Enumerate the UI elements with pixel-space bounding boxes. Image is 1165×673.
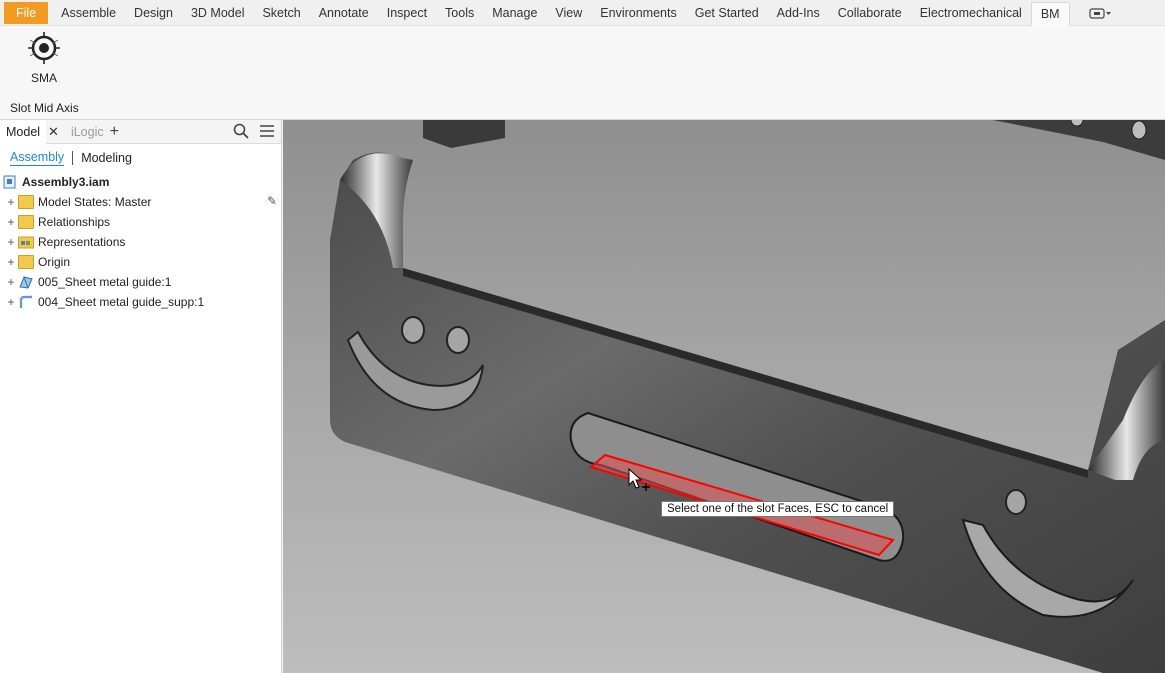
subtab-assembly[interactable]: Assembly — [10, 150, 65, 166]
ribbon-tab-bar: File Assemble Design 3D Model Sketch Ann… — [0, 0, 1165, 26]
assembly-icon — [3, 175, 16, 189]
tab-manage[interactable]: Manage — [483, 2, 546, 24]
tree-item-label: 004_Sheet metal guide_supp:1 — [38, 295, 205, 309]
subtab-modeling[interactable]: Modeling — [81, 151, 132, 165]
tree-root-label: Assembly3.iam — [22, 175, 110, 189]
tab-view[interactable]: View — [546, 2, 591, 24]
tree-item-label: Origin — [38, 255, 71, 269]
selection-tooltip: Select one of the slot Faces, ESC to can… — [661, 501, 895, 517]
tab-electromechanical[interactable]: Electromechanical — [911, 2, 1031, 24]
expand-icon[interactable]: + — [4, 195, 18, 209]
model-browser: Model ✕ iLogic + Assembly Modeling Assem… — [0, 119, 282, 673]
sheet-metal-model-render — [330, 120, 1165, 673]
add-tab-icon[interactable]: + — [110, 123, 119, 141]
tree-item-model-states[interactable]: + Model States: Master — [0, 192, 281, 212]
tab-annotate[interactable]: Annotate — [310, 2, 378, 24]
tab-inspect[interactable]: Inspect — [378, 2, 436, 24]
menu-icon[interactable] — [259, 123, 275, 139]
tab-bm[interactable]: BM — [1030, 1, 1070, 26]
sheet-metal-part-icon — [19, 295, 32, 308]
tab-3d-model[interactable]: 3D Model — [182, 2, 254, 24]
graphics-viewport[interactable]: Select one of the slot Faces, ESC to can… — [283, 120, 1165, 673]
expand-icon[interactable]: + — [4, 215, 18, 229]
sheet-metal-part-icon — [19, 276, 33, 289]
tab-collaborate[interactable]: Collaborate — [829, 2, 911, 24]
expand-icon[interactable]: + — [4, 275, 18, 289]
expand-icon[interactable]: + — [4, 255, 18, 269]
tree-item-label: Model States: Master — [38, 195, 152, 209]
tree-item-label: Relationships — [38, 215, 111, 229]
tree-item-label: 005_Sheet metal guide:1 — [38, 275, 172, 289]
tree-item-label: Representations — [38, 235, 126, 249]
folder-icon — [18, 195, 34, 209]
tab-assemble[interactable]: Assemble — [52, 2, 125, 24]
browser-tab-ilogic[interactable]: iLogic — [65, 120, 110, 144]
folder-icon — [18, 215, 34, 229]
browser-tree: Assembly3.iam ✎ + Model States: Master +… — [0, 172, 281, 312]
ribbon-panel-title: Slot Mid Axis — [10, 101, 79, 115]
browser-tab-model[interactable]: Model — [0, 119, 47, 144]
tree-item-sheet-metal-guide[interactable]: + 005_Sheet metal guide:1 — [0, 272, 281, 292]
sma-button[interactable]: SMA — [22, 30, 66, 85]
ribbon-display-dropdown[interactable] — [1088, 6, 1112, 20]
tree-item-relationships[interactable]: + Relationships — [0, 212, 281, 232]
expand-icon[interactable]: + — [4, 295, 18, 309]
ribbon-panel: SMA Slot Mid Axis — [0, 26, 1165, 120]
slot-mid-axis-icon — [28, 32, 60, 64]
expand-icon[interactable]: + — [4, 235, 18, 249]
subtab-divider — [72, 151, 74, 165]
edit-pencil-icon[interactable]: ✎ — [267, 194, 277, 208]
tree-item-representations[interactable]: + Representations — [0, 232, 281, 252]
close-icon[interactable]: ✕ — [48, 124, 59, 140]
representations-folder-icon — [18, 236, 34, 249]
tab-design[interactable]: Design — [125, 2, 182, 24]
ribbon-display-icon — [1088, 7, 1111, 19]
tab-file[interactable]: File — [4, 1, 49, 24]
search-icon[interactable] — [233, 123, 249, 139]
sma-button-label: SMA — [30, 71, 57, 85]
tab-tools[interactable]: Tools — [436, 2, 483, 24]
tab-sketch[interactable]: Sketch — [253, 2, 309, 24]
folder-icon — [18, 255, 34, 269]
tree-item-sheet-metal-guide-supp[interactable]: + 004_Sheet metal guide_supp:1 — [0, 292, 281, 312]
tree-item-origin[interactable]: + Origin — [0, 252, 281, 272]
tab-environments[interactable]: Environments — [591, 2, 685, 24]
tab-get-started[interactable]: Get Started — [686, 2, 768, 24]
tree-root[interactable]: Assembly3.iam — [0, 172, 281, 192]
browser-subtabs: Assembly Modeling — [0, 144, 281, 172]
tab-add-ins[interactable]: Add-Ins — [768, 2, 829, 24]
browser-header: Model ✕ iLogic + — [0, 119, 281, 144]
